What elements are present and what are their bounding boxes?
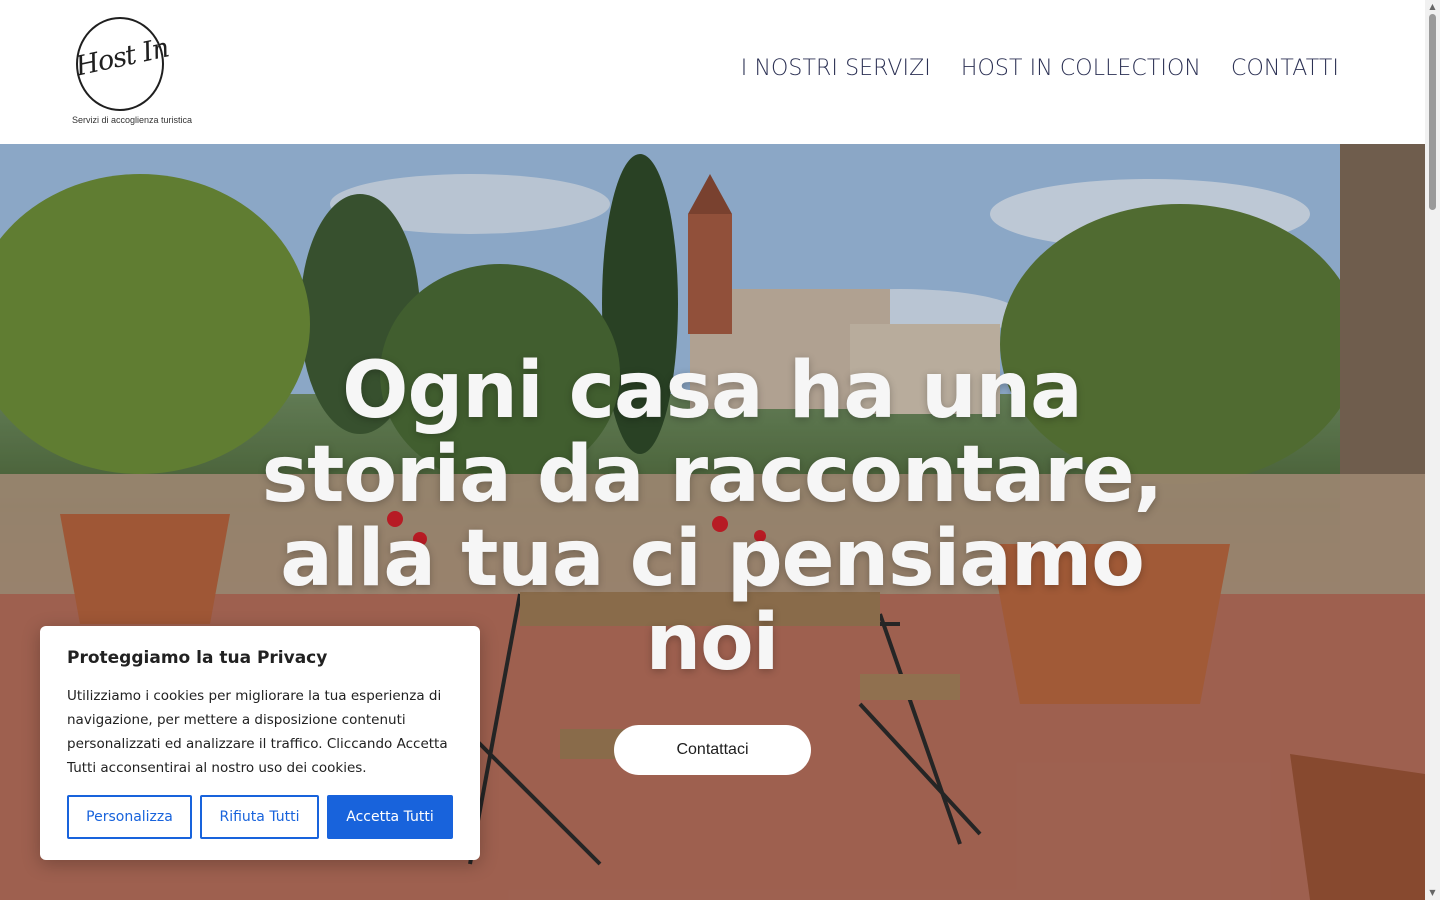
nav-item-servizi[interactable]: I NOSTRI SERVIZI	[741, 56, 931, 81]
nav-item-collection[interactable]: HOST IN COLLECTION	[961, 56, 1201, 81]
cookie-consent-banner: Proteggiamo la tua Privacy Utilizziamo i…	[40, 626, 480, 860]
triangle-up-icon[interactable]: ▲	[1428, 3, 1437, 11]
page-scrollbar[interactable]: ▲ ▼	[1425, 0, 1440, 900]
cookie-banner-title: Proteggiamo la tua Privacy	[67, 648, 328, 668]
contact-button[interactable]: Contattaci	[614, 725, 811, 775]
customize-button[interactable]: Personalizza	[67, 795, 192, 839]
scroll-thumb[interactable]	[1429, 14, 1436, 210]
main-nav: I NOSTRI SERVIZI HOST IN COLLECTION CONT…	[741, 56, 1339, 81]
logo-tagline: Servizi di accoglienza turistica	[71, 115, 193, 125]
accept-all-button[interactable]: Accetta Tutti	[327, 795, 453, 839]
site-header: Host In Servizi di accoglienza turistica…	[0, 0, 1425, 144]
triangle-down-icon[interactable]: ▼	[1428, 889, 1437, 897]
nav-item-contatti[interactable]: CONTATTI	[1231, 56, 1339, 81]
logo[interactable]: Host In Servizi di accoglienza turistica	[64, 14, 200, 130]
reject-all-button[interactable]: Rifiuta Tutti	[200, 795, 319, 839]
cookie-buttons: Personalizza Rifiuta Tutti Accetta Tutti	[67, 795, 453, 839]
cookie-banner-text: Utilizziamo i cookies per migliorare la …	[67, 688, 448, 776]
